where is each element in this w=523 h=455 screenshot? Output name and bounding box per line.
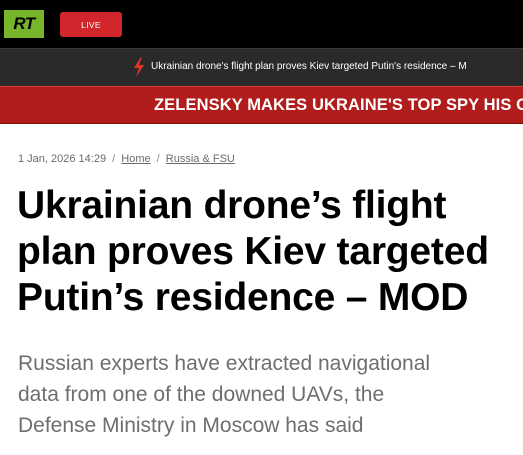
article-summary: Russian experts have extracted navigatio… bbox=[18, 348, 518, 441]
rt-logo[interactable]: RT bbox=[4, 10, 44, 38]
top-navigation-bar: RT LIVE bbox=[0, 0, 523, 48]
breaking-news-text[interactable]: ZELENSKY MAKES UKRAINE'S TOP SPY HIS C bbox=[154, 96, 523, 115]
headline-line: Putin’s residence – MOD bbox=[17, 276, 469, 319]
summary-line: data from one of the downed UAVs, the bbox=[18, 383, 385, 406]
summary-line: Russian experts have extracted navigatio… bbox=[18, 352, 431, 375]
ticker-headline-link[interactable]: Ukrainian drone's flight plan proves Kie… bbox=[151, 61, 467, 72]
logo-text: RT bbox=[13, 14, 35, 33]
article-headline: Ukrainian drone’s flight plan proves Kie… bbox=[17, 183, 523, 321]
publish-date: 1 Jan, 2026 14:29 bbox=[18, 153, 107, 165]
lightning-bolt-icon bbox=[134, 57, 144, 77]
summary-line: Defense Ministry in Moscow has said bbox=[18, 414, 364, 437]
article-meta: 1 Jan, 2026 14:29 / Home / Russia & FSU bbox=[18, 153, 235, 165]
breadcrumb-section-link[interactable]: Russia & FSU bbox=[166, 153, 235, 165]
headline-line: Ukrainian drone’s flight bbox=[17, 184, 447, 227]
breaking-news-banner[interactable]: ZELENSKY MAKES UKRAINE'S TOP SPY HIS C bbox=[0, 86, 523, 124]
breadcrumb-home-link[interactable]: Home bbox=[121, 153, 150, 165]
breadcrumb-separator: / bbox=[156, 153, 160, 165]
breadcrumb-separator: / bbox=[112, 153, 116, 165]
headline-line: plan proves Kiev targeted bbox=[17, 230, 489, 273]
live-button[interactable]: LIVE bbox=[60, 12, 122, 37]
news-ticker: Ukrainian drone's flight plan proves Kie… bbox=[0, 48, 523, 86]
